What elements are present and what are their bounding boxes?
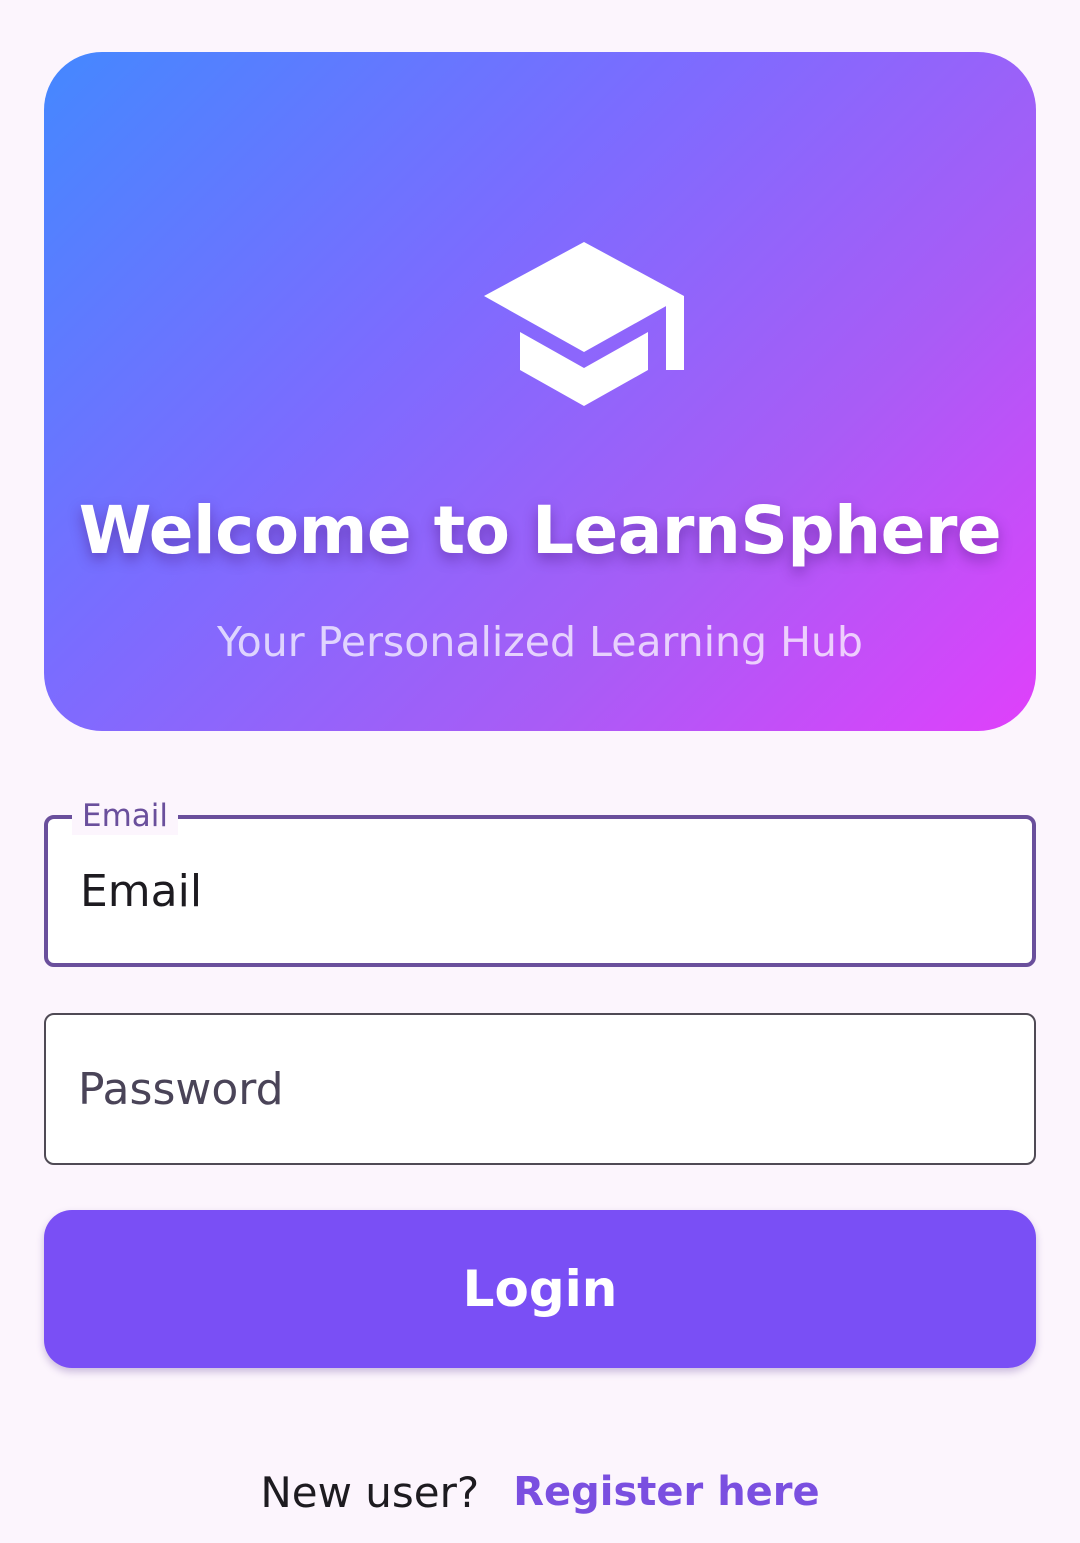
- register-prompt: New user? Register here: [0, 1462, 1080, 1522]
- login-button[interactable]: Login: [44, 1210, 1036, 1368]
- welcome-banner: Welcome to LearnSphere Your Personalized…: [44, 52, 1036, 731]
- register-link[interactable]: Register here: [513, 1469, 819, 1515]
- graduation-cap-icon: [484, 242, 684, 406]
- welcome-title: Welcome to LearnSphere: [78, 492, 1002, 569]
- email-field[interactable]: Email Email: [44, 797, 1036, 967]
- welcome-subtitle: Your Personalized Learning Hub: [217, 618, 863, 666]
- password-field-placeholder[interactable]: Password: [78, 1015, 284, 1163]
- password-field[interactable]: Password: [44, 1013, 1036, 1165]
- new-user-text: New user?: [260, 1467, 480, 1517]
- email-field-value[interactable]: Email: [80, 819, 202, 963]
